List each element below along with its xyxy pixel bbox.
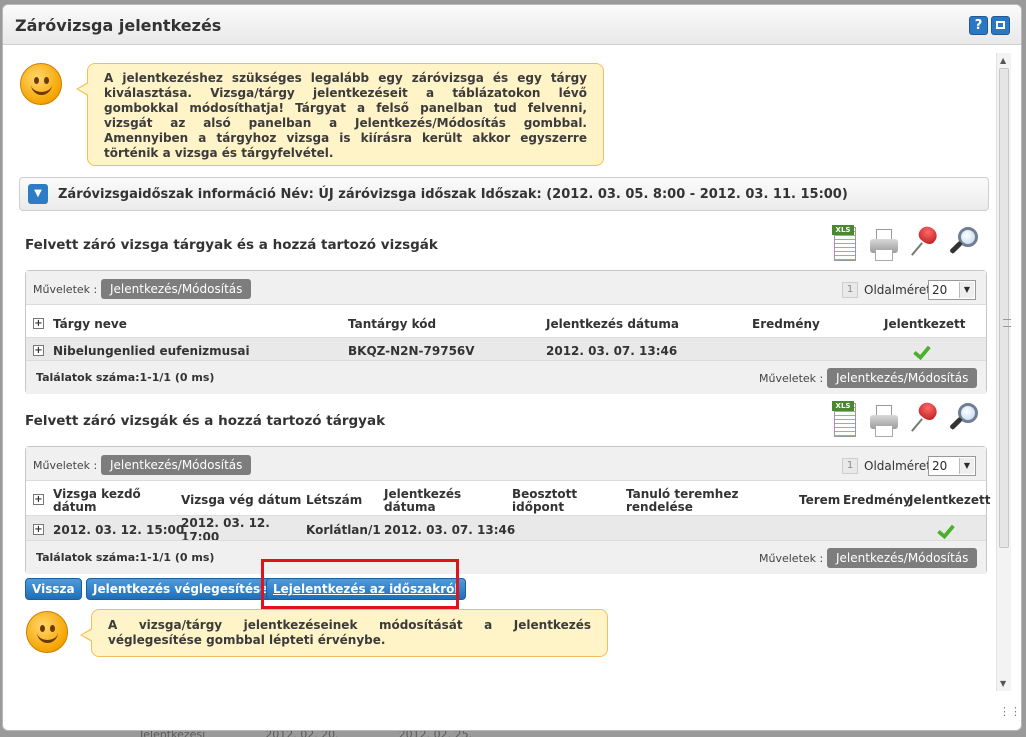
xls-export-icon[interactable]: XLS [830, 225, 860, 263]
scroll-thumb[interactable] [999, 68, 1011, 548]
dialog-title: Záróvizsga jelentkezés [15, 16, 222, 35]
panel2-op-button[interactable]: Jelentkezés/Módosítás [101, 455, 252, 475]
finalize-button[interactable]: Jelentkezés véglegesítése [86, 578, 276, 600]
resize-grip-icon[interactable]: ⋮⋮ [999, 706, 1021, 723]
highlight-box [261, 559, 459, 609]
expand-chevron-icon[interactable]: ▼ [28, 184, 48, 204]
page-number[interactable]: 1 [842, 282, 858, 298]
panel1-footer-op-button[interactable]: Jelentkezés/Módosítás [827, 368, 978, 388]
checkmark-icon [914, 342, 932, 358]
smiley-icon [20, 63, 62, 105]
col-header[interactable]: Létszám [306, 494, 362, 507]
maximize-icon [996, 21, 1005, 29]
col-header[interactable]: Jelentkezett [884, 318, 966, 331]
scroll-down-icon[interactable]: ▼ [1000, 679, 1006, 688]
back-button[interactable]: Vissza [25, 578, 82, 600]
pin-icon[interactable] [910, 399, 940, 439]
panel1-title: Felvett záró vizsga tárgyak és a hozzá t… [25, 237, 438, 253]
col-header[interactable]: Tárgy neve [53, 318, 127, 331]
maximize-button[interactable] [991, 16, 1010, 35]
col-header[interactable]: Tanuló teremhez rendelése [626, 488, 746, 514]
result-count: Találatok száma:1-1/1 (0 ms) [36, 551, 215, 564]
subject-code: BKQZ-N2N-79756V [348, 344, 475, 358]
panel1-toolbar-icons: XLS [830, 223, 980, 265]
pin-icon[interactable] [910, 223, 940, 263]
panel2-footer-op-button[interactable]: Jelentkezés/Módosítás [827, 548, 978, 568]
col-header[interactable]: Eredmény [843, 494, 911, 507]
ops-label: Műveletek : [759, 552, 824, 565]
ops-label: Műveletek : [33, 283, 98, 296]
registration-date: 2012. 03. 07. 13:46 [384, 523, 516, 537]
expand-all-icon[interactable]: + [33, 318, 44, 329]
dropdown-arrow-icon: ▼ [959, 282, 974, 298]
page-size-label: Oldalméret [864, 459, 931, 473]
panel1-footer: Találatok száma:1-1/1 (0 ms) Műveletek :… [26, 360, 986, 394]
period-info-bar[interactable]: ▼ Záróvizsgaidőszak információ Név: ÚJ z… [19, 177, 989, 211]
panel2-toolbar-icons: XLS [830, 399, 980, 441]
panel1-toolbar: Műveletek : Jelentkezés/Módosítás 1 Olda… [26, 271, 986, 305]
period-info-text: Záróvizsgaidőszak információ Név: ÚJ zár… [58, 187, 848, 202]
page-size-select[interactable]: 20 ▼ [928, 280, 976, 300]
panel1-grid: Műveletek : Jelentkezés/Módosítás 1 Olda… [25, 270, 987, 394]
exam-start: 2012. 03. 12. 15:00 [53, 523, 185, 537]
info-bubble-bottom: A vizsga/tárgy jelentkezéseinek módosítá… [80, 609, 608, 657]
vertical-scrollbar[interactable]: ▲ ▼ [996, 53, 1011, 691]
ops-label: Műveletek : [759, 372, 824, 385]
page-size-value: 20 [932, 283, 948, 297]
search-icon[interactable] [948, 401, 978, 439]
col-header[interactable]: Tantárgy kód [348, 318, 436, 331]
page-size-select[interactable]: 20 ▼ [928, 456, 976, 476]
panel1-op-button[interactable]: Jelentkezés/Módosítás [101, 279, 252, 299]
capacity: Korlátlan/1 [306, 523, 381, 537]
row-expand-icon[interactable]: + [33, 345, 44, 356]
scroll-up-icon[interactable]: ▲ [1000, 56, 1006, 65]
xls-export-icon[interactable]: XLS [830, 401, 860, 439]
col-header[interactable]: Vizsga vég dátum [181, 494, 301, 507]
col-header[interactable]: Eredmény [752, 318, 820, 331]
dialog-titlebar: Záróvizsga jelentkezés ? [3, 5, 1021, 45]
ops-label: Műveletek : [33, 459, 98, 472]
result-count: Találatok száma:1-1/1 (0 ms) [36, 371, 215, 384]
col-header[interactable]: Beosztott időpont [512, 488, 592, 514]
page-size-label: Oldalméret [864, 283, 931, 297]
print-icon[interactable] [868, 401, 898, 439]
print-icon[interactable] [868, 225, 898, 263]
panel2-toolbar: Műveletek : Jelentkezés/Módosítás 1 Olda… [26, 447, 986, 481]
col-header[interactable]: Jelentkezett [909, 494, 991, 507]
info-bubble-top: A jelentkezéshez szükséges legalább egy … [76, 63, 604, 166]
col-header[interactable]: Terem [799, 494, 840, 507]
dialog-window: Záróvizsga jelentkezés ? A jelentkezéshe… [2, 4, 1022, 731]
subject-name: Nibelungenlied eufenizmusai [53, 344, 250, 358]
dropdown-arrow-icon: ▼ [959, 458, 974, 474]
panel2-footer: Találatok száma:1-1/1 (0 ms) Műveletek :… [26, 540, 986, 574]
help-button[interactable]: ? [969, 16, 988, 35]
registration-date: 2012. 03. 07. 13:46 [546, 344, 678, 358]
col-header[interactable]: Jelentkezés dátuma [546, 318, 679, 331]
page-number[interactable]: 1 [842, 458, 858, 474]
panel2-title: Felvett záró vizsgák és a hozzá tartozó … [25, 413, 386, 429]
table-row[interactable]: + 2012. 03. 12. 15:00 2012. 03. 12. 17:0… [26, 515, 986, 544]
row-expand-icon[interactable]: + [33, 524, 44, 535]
smiley-icon [26, 611, 68, 653]
col-header[interactable]: Jelentkezés dátuma [384, 488, 474, 514]
page-size-value: 20 [932, 459, 948, 473]
col-header[interactable]: Vizsga kezdő dátum [53, 488, 163, 514]
panel2-grid: Műveletek : Jelentkezés/Módosítás 1 Olda… [25, 446, 991, 574]
checkmark-icon [938, 521, 956, 537]
expand-all-icon[interactable]: + [33, 494, 44, 505]
search-icon[interactable] [948, 225, 978, 263]
